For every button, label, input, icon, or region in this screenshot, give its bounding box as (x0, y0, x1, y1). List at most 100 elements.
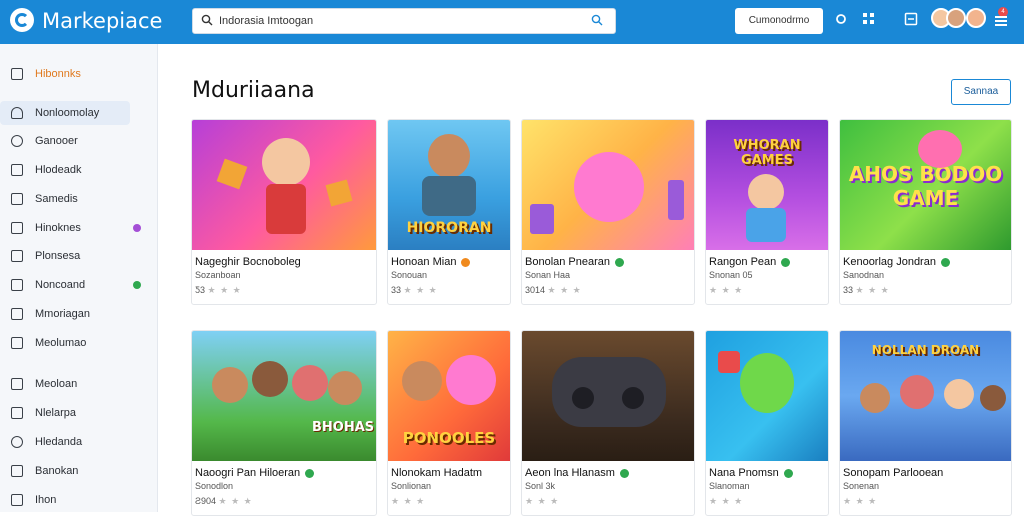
sidebar-item-5[interactable]: Samedis (0, 187, 158, 211)
tag-icon (11, 164, 23, 176)
game-card[interactable]: PONOOLES Nlonokam Hadatm Sonlionan ★ ★ ★ (387, 330, 511, 516)
sidebar-item-14[interactable]: Banokan (0, 459, 158, 483)
game-publisher: Sozanboan (195, 270, 241, 280)
game-name: Nlonokam Hadatm (391, 467, 483, 479)
sidebar-item-15[interactable]: Ihon (0, 488, 158, 512)
game-name: Nageghir Bocnoboleg (195, 256, 301, 268)
verified-icon (305, 468, 315, 478)
user-avatar[interactable] (946, 8, 966, 28)
search-input[interactable]: Indorasia Imtoogan (192, 8, 616, 34)
see-all-button[interactable]: Sannaa (951, 79, 1011, 105)
sidebar-item-8[interactable]: Noncoand (0, 273, 158, 297)
game-rating: Ƨ904 ★ ★ ★ (195, 496, 253, 506)
document-icon (11, 222, 23, 234)
top-bar: Markepiace Indorasia Imtoogan Cumonodrmo… (0, 0, 1024, 44)
game-card[interactable]: Bonolan Pnearan Sonan Haa 3014 ★ ★ ★ (521, 119, 695, 305)
sidebar-item-label: Hledanda (35, 436, 83, 448)
game-publisher: Sonl 3k (525, 481, 556, 491)
game-thumbnail: NOLLAN DROAN (840, 331, 1011, 461)
box-icon (11, 465, 23, 477)
chat-icon (11, 135, 23, 147)
game-publisher: Sonouan (391, 270, 428, 280)
user-avatar[interactable] (966, 8, 986, 28)
game-rating: ★ ★ ★ (525, 496, 560, 506)
game-publisher: Slanoman (709, 481, 750, 491)
grid-icon[interactable] (862, 12, 876, 26)
bookmark-icon (11, 407, 23, 419)
game-card[interactable]: AHOS BODOO GAME Kenoorlag Jondran Sanodn… (839, 119, 1012, 305)
verified-icon (940, 257, 950, 267)
game-name: Honoan Mian (391, 256, 471, 268)
verified-icon (781, 257, 791, 267)
game-rating: 3014 ★ ★ ★ (525, 285, 582, 295)
sidebar-item-label: Samedis (35, 193, 78, 205)
sidebar-item-10[interactable]: Meolumao (0, 331, 158, 355)
settings-icon (11, 436, 23, 448)
inbox-icon[interactable] (904, 12, 918, 26)
game-card[interactable]: NOLLAN DROAN Sonopam Parlooean Sonenan ★… (839, 330, 1012, 516)
marketplace-logo-icon[interactable] (10, 8, 34, 32)
sidebar-item-label: Ganooer (35, 135, 78, 147)
sidebar-item-label: Meoloan (35, 378, 78, 390)
game-name: Rangon Pean (709, 256, 791, 268)
game-thumbnail (192, 120, 376, 250)
page-title: Mduriiaana (192, 78, 315, 103)
sidebar-item-7[interactable]: Plonsesa (0, 244, 158, 268)
sidebar-item-6[interactable]: Hinoknes (0, 216, 158, 240)
game-name: Nana Pnomsn (709, 467, 793, 479)
menu-icon[interactable] (994, 14, 1008, 28)
game-name: Aeon lna Hlanasm (525, 467, 629, 479)
sidebar-item-label: Ihon (35, 494, 57, 506)
sidebar-item-13[interactable]: Hledanda (0, 430, 158, 454)
brand-title: Markepiace (42, 9, 163, 33)
sidebar-item-label: Plonsesa (35, 250, 81, 262)
search-icon (201, 14, 213, 26)
verified-icon (783, 468, 793, 478)
game-name: Naoogri Pan Hiloeran (195, 467, 315, 479)
game-card[interactable]: HIORORAN Honoan Mian Sonouan 33 ★ ★ ★ (387, 119, 511, 305)
game-card[interactable]: BHOHAS Naoogri Pan Hiloeran Sonodlon Ƨ90… (191, 330, 377, 516)
list-icon (11, 308, 23, 320)
verified-icon (461, 257, 471, 267)
status-dot (133, 281, 141, 289)
sidebar-item-12[interactable]: Nlelarpa (0, 401, 158, 425)
game-thumbnail: AHOS BODOO GAME (840, 120, 1011, 250)
sidebar-item-label: Banokan (35, 465, 79, 477)
user-icon (11, 378, 23, 390)
game-rating: ★ ★ ★ (843, 496, 878, 506)
game-card[interactable]: Aeon lna Hlanasm Sonl 3k ★ ★ ★ (521, 330, 695, 516)
verified-icon (619, 468, 629, 478)
game-publisher: Sanodnan (843, 270, 885, 280)
search-submit-icon[interactable] (591, 14, 603, 26)
game-rating: ★ ★ ★ (391, 496, 426, 506)
sidebar-item-3[interactable]: Ganooer (0, 129, 158, 153)
game-card[interactable]: Nana Pnomsn Slanoman ★ ★ ★ (705, 330, 829, 516)
game-card[interactable]: Nageghir Bocnoboleg Sozanboan Ƽ3 ★ ★ ★ (191, 119, 377, 305)
sidebar-item-4[interactable]: Hlodeadk (0, 158, 158, 182)
sidebar: Hibonnks Nonloomolay Ganooer Hlodeadk Sa… (0, 44, 158, 512)
sidebar-item-11[interactable]: Meoloan (0, 372, 158, 396)
game-rating: 33 ★ ★ ★ (843, 285, 890, 295)
sidebar-item-1[interactable]: Hibonnks (0, 62, 158, 86)
game-rating: ★ ★ ★ (709, 285, 744, 295)
game-publisher: Sonodlon (195, 481, 234, 491)
sidebar-item-2[interactable]: Nonloomolay (0, 101, 130, 125)
status-dot (133, 224, 141, 232)
image-icon (11, 68, 23, 80)
sidebar-item-9[interactable]: Mmoriagan (0, 302, 158, 326)
game-rating: Ƽ3 ★ ★ ★ (195, 285, 242, 295)
game-thumbnail (522, 120, 694, 250)
game-card[interactable]: WHORAN GAMES Rangon Pean Snonan 05 ★ ★ ★ (705, 119, 829, 305)
game-thumbnail (706, 331, 828, 461)
circle-icon[interactable] (834, 12, 848, 26)
sidebar-item-label: Mmoriagan (35, 308, 91, 320)
globe-icon (11, 279, 23, 291)
sidebar-item-label: Nlelarpa (35, 407, 76, 419)
grid-icon (11, 193, 23, 205)
folder-icon (11, 337, 23, 349)
sidebar-item-label: Noncoand (35, 279, 86, 291)
game-rating: 33 ★ ★ ★ (391, 285, 438, 295)
top-action-button[interactable]: Cumonodrmo (735, 8, 823, 34)
game-thumbnail: HIORORAN (388, 120, 510, 250)
game-publisher: Sonan Haa (525, 270, 571, 280)
